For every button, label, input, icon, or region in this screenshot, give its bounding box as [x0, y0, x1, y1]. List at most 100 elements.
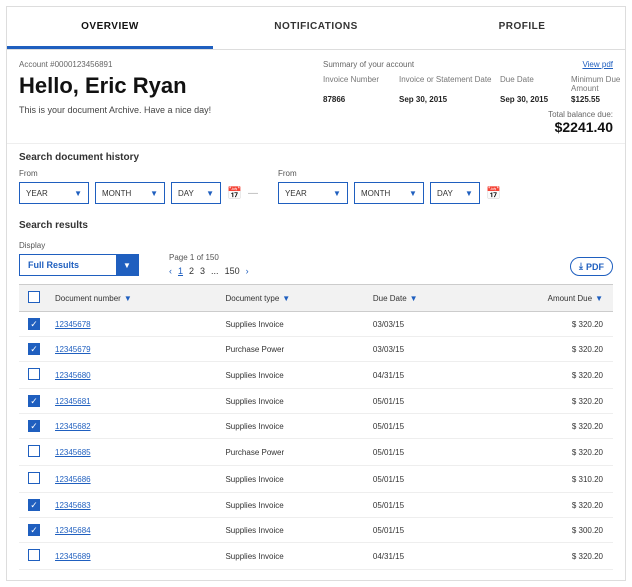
amount-due: $ 320.20 [476, 389, 613, 414]
document-link[interactable]: 12345683 [55, 501, 91, 510]
sort-icon: ▼ [595, 294, 603, 303]
due-date: 04/31/15 [367, 362, 476, 389]
tab-overview[interactable]: OVERVIEW [7, 7, 213, 49]
year-select-end[interactable]: YEAR▼ [278, 182, 348, 204]
document-link[interactable]: 12345685 [55, 448, 91, 457]
table-row: ✓12345683Supplies Invoice05/01/15$ 320.2… [19, 493, 613, 518]
due-date-value: Sep 30, 2015 [500, 95, 565, 104]
summary-title: Summary of your account [323, 60, 613, 69]
chevron-down-icon: ▼ [409, 189, 417, 198]
col-due-date[interactable]: Due Date▼ [367, 285, 476, 312]
sort-icon: ▼ [410, 294, 418, 303]
document-link[interactable]: 12345680 [55, 371, 91, 380]
table-row: 12345689Supplies Invoice04/31/15$ 320.20 [19, 543, 613, 570]
row-checkbox[interactable] [28, 472, 40, 484]
amount-due: $ 320.20 [476, 543, 613, 570]
table-row: 12345685Purchase Power05/01/15$ 320.20 [19, 439, 613, 466]
results-title: Search results [19, 220, 613, 231]
download-icon: ⤓ [579, 261, 583, 272]
due-date-label: Due Date [500, 75, 565, 93]
day-select-start[interactable]: DAY▼ [171, 182, 221, 204]
row-checkbox[interactable]: ✓ [28, 395, 40, 407]
due-date: 05/01/15 [367, 389, 476, 414]
year-select-start[interactable]: YEAR▼ [19, 182, 89, 204]
amount-due: $ 320.20 [476, 493, 613, 518]
chevron-down-icon: ▼ [465, 189, 473, 198]
display-select[interactable]: Full Results ▼ [19, 254, 139, 276]
header-left: Account #0000123456891 Hello, Eric Ryan … [19, 60, 323, 135]
min-due-value: $125.55 [571, 95, 631, 104]
document-link[interactable]: 12345679 [55, 345, 91, 354]
header: Account #0000123456891 Hello, Eric Ryan … [7, 50, 625, 144]
due-date: 05/01/15 [367, 439, 476, 466]
document-type: Supplies Invoice [219, 312, 366, 337]
chevron-down-icon: ▼ [206, 189, 214, 198]
row-checkbox[interactable] [28, 368, 40, 380]
display-value: Full Results [20, 255, 116, 275]
page-3[interactable]: 3 [200, 266, 205, 276]
document-type: Supplies Invoice [219, 543, 366, 570]
month-select-start[interactable]: MONTH▼ [95, 182, 165, 204]
document-link[interactable]: 12345689 [55, 552, 91, 561]
summary-grid: Invoice Number Invoice or Statement Date… [323, 75, 613, 104]
document-type: Supplies Invoice [219, 362, 366, 389]
invoice-date-label: Invoice or Statement Date [399, 75, 494, 93]
page-1[interactable]: 1 [178, 266, 183, 276]
select-all-checkbox[interactable] [28, 291, 40, 303]
view-pdf-link[interactable]: View pdf [582, 60, 613, 69]
min-due-label: Minimum Due Amount [571, 75, 631, 93]
col-doc-type[interactable]: Document type▼ [219, 285, 366, 312]
display-label: Display [19, 241, 139, 250]
range-dash: — [248, 188, 258, 199]
page-prev[interactable]: ‹ [169, 266, 172, 276]
chevron-down-icon: ▼ [116, 255, 138, 275]
chevron-down-icon: ▼ [150, 189, 158, 198]
month-select-end[interactable]: MONTH▼ [354, 182, 424, 204]
document-link[interactable]: 12345682 [55, 422, 91, 431]
tab-notifications[interactable]: NOTIFICATIONS [213, 7, 419, 49]
invoice-number-value: 87866 [323, 95, 393, 104]
document-link[interactable]: 12345684 [55, 526, 91, 535]
app-card: OVERVIEW NOTIFICATIONS PROFILE Account #… [6, 6, 626, 581]
calendar-icon[interactable]: 📅 [227, 186, 242, 200]
table-row: ✓12345682Supplies Invoice05/01/15$ 320.2… [19, 414, 613, 439]
row-checkbox[interactable]: ✓ [28, 499, 40, 511]
export-pdf-button[interactable]: ⤓PDF [570, 257, 613, 276]
row-checkbox[interactable] [28, 445, 40, 457]
from-start: From YEAR▼ MONTH▼ DAY▼ 📅 — [19, 169, 258, 204]
page-next[interactable]: › [246, 266, 249, 276]
due-date: 05/01/15 [367, 466, 476, 493]
table-row: ✓12345681Supplies Invoice05/01/15$ 320.2… [19, 389, 613, 414]
invoice-number-label: Invoice Number [323, 75, 393, 93]
row-checkbox[interactable]: ✓ [28, 420, 40, 432]
calendar-icon[interactable]: 📅 [486, 186, 501, 200]
due-date: 05/01/15 [367, 493, 476, 518]
page-2[interactable]: 2 [189, 266, 194, 276]
row-checkbox[interactable] [28, 549, 40, 561]
summary-panel: Summary of your account View pdf Invoice… [323, 60, 613, 135]
tab-profile[interactable]: PROFILE [419, 7, 625, 49]
row-checkbox[interactable]: ✓ [28, 343, 40, 355]
document-link[interactable]: 12345681 [55, 397, 91, 406]
amount-due: $ 320.20 [476, 362, 613, 389]
table-row: ✓12345684Supplies Invoice05/01/15$ 300.2… [19, 518, 613, 543]
table-row: 12345686Supplies Invoice05/01/15$ 310.20 [19, 466, 613, 493]
amount-due: $ 320.20 [476, 439, 613, 466]
search-title: Search document history [19, 152, 613, 163]
results-section: Search results [7, 212, 625, 231]
table-row: ✓12345678Supplies Invoice03/03/15$ 320.2… [19, 312, 613, 337]
document-link[interactable]: 12345678 [55, 320, 91, 329]
row-checkbox[interactable]: ✓ [28, 524, 40, 536]
row-checkbox[interactable]: ✓ [28, 318, 40, 330]
page-last[interactable]: 150 [225, 266, 240, 276]
table-row: 12345680 Supplies Invoice04/31/15$ 320.20 [19, 362, 613, 389]
total-balance-value: $2241.40 [323, 119, 613, 135]
display-group: Display Full Results ▼ [19, 241, 139, 276]
day-select-end[interactable]: DAY▼ [430, 182, 480, 204]
from-end: From YEAR▼ MONTH▼ DAY▼ 📅 [278, 169, 501, 204]
pager: Page 1 of 150 ‹ 1 2 3 ... 150 › [169, 253, 249, 276]
col-doc-number[interactable]: Document number▼ [49, 285, 219, 312]
col-amount-due[interactable]: Amount Due▼ [476, 285, 613, 312]
account-label: Account [19, 60, 48, 69]
document-link[interactable]: 12345686 [55, 475, 91, 484]
